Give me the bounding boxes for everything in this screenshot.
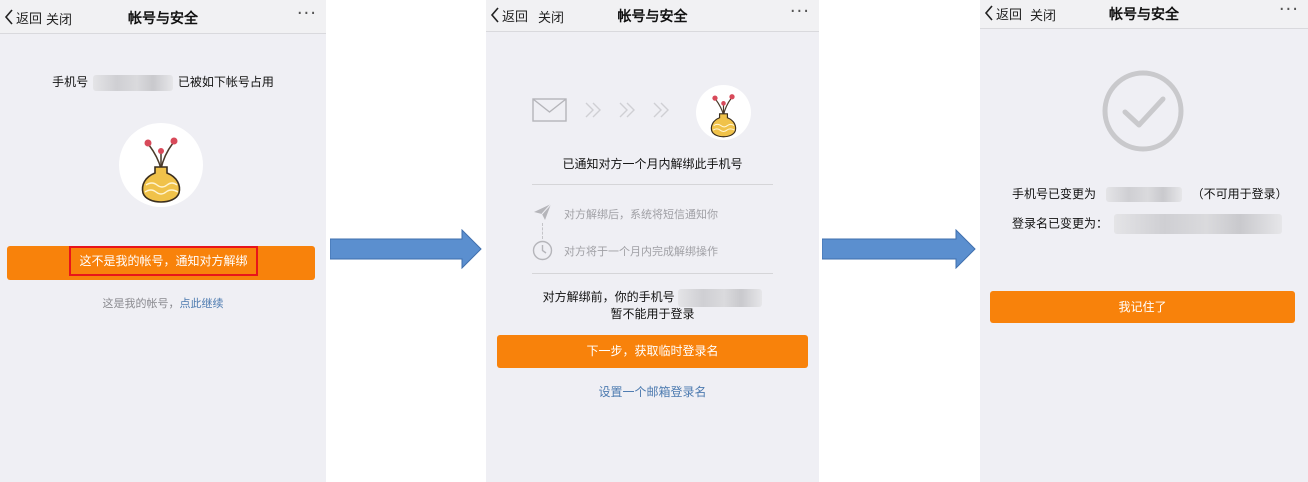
phone-changed-note: （不可用于登录） bbox=[1191, 187, 1288, 201]
avatar bbox=[119, 123, 203, 207]
screen-occupied-account: 返回 关闭 帐号与安全 ··· 手机号 已被如下帐号占用 这不是我的帐号，通知对… bbox=[0, 0, 326, 482]
phone-changed-label: 手机号已变更为 bbox=[1012, 187, 1097, 201]
remembered-label: 我记住了 bbox=[1118, 300, 1167, 314]
phone-changed-row: 手机号已变更为 （不可用于登录） bbox=[1012, 185, 1288, 202]
blurred-phone-number bbox=[93, 74, 173, 91]
close-button[interactable]: 关闭 bbox=[538, 7, 564, 26]
continue-link[interactable]: 点此继续 bbox=[180, 297, 224, 310]
right-arrow-icon bbox=[330, 229, 482, 269]
highlight-box: 这不是我的帐号，通知对方解绑 bbox=[69, 246, 258, 276]
right-arrow-icon bbox=[822, 229, 976, 269]
chevron-left-icon bbox=[4, 9, 13, 25]
back-button[interactable]: 返回 bbox=[4, 7, 42, 27]
warning-text: 对方解绑前，你的手机号 bbox=[542, 290, 675, 304]
phone-prefix: 手机号 bbox=[52, 75, 89, 89]
close-button[interactable]: 关闭 bbox=[1030, 5, 1056, 24]
navigation-bar: 返回 关闭 帐号与安全 ··· bbox=[980, 0, 1308, 29]
step-sms-text: 对方解绑后，系统将短信通知你 bbox=[564, 208, 718, 221]
next-step-label: 下一步，获取临时登录名 bbox=[586, 344, 719, 358]
chevron-left-icon bbox=[984, 5, 993, 21]
navigation-bar: 返回 关闭 帐号与安全 ··· bbox=[486, 0, 819, 32]
avatar bbox=[696, 85, 751, 140]
notify-unbind-label: 这不是我的帐号，通知对方解绑 bbox=[79, 254, 248, 268]
phone-suffix: 已被如下帐号占用 bbox=[177, 75, 274, 89]
mine-prefix: 这是我的帐号， bbox=[102, 297, 180, 310]
email-login-link[interactable]: 设置一个邮箱登录名 bbox=[486, 383, 819, 400]
remembered-button[interactable]: 我记住了 bbox=[990, 291, 1295, 323]
back-label: 返回 bbox=[996, 7, 1023, 23]
phone-occupied-text: 手机号 已被如下帐号占用 bbox=[0, 73, 326, 91]
vase-avatar-icon bbox=[141, 137, 181, 203]
next-step-button[interactable]: 下一步，获取临时登录名 bbox=[497, 335, 808, 368]
navigation-bar: 返回 关闭 帐号与安全 ··· bbox=[0, 0, 326, 34]
blurred-phone-number bbox=[678, 288, 763, 307]
divider bbox=[532, 273, 773, 274]
screen-notified: 返回 关闭 帐号与安全 ··· 已通知对方一个月内解绑此手机号 对方解绑后，系统… bbox=[486, 0, 819, 482]
login-changed-row: 登录名已变更为： bbox=[1012, 214, 1282, 234]
back-button[interactable]: 返回 bbox=[984, 3, 1022, 23]
back-label: 返回 bbox=[16, 11, 43, 27]
check-circle-icon bbox=[1102, 70, 1184, 152]
notify-unbind-button[interactable]: 这不是我的帐号，通知对方解绑 bbox=[7, 246, 315, 280]
vase-avatar-icon bbox=[710, 94, 737, 138]
warning-line1: 对方解绑前，你的手机号 bbox=[486, 288, 819, 307]
page-title: 帐号与安全 bbox=[617, 9, 688, 25]
notified-text: 已通知对方一个月内解绑此手机号 bbox=[562, 157, 743, 171]
clock-icon bbox=[532, 240, 553, 261]
back-button[interactable]: 返回 bbox=[490, 5, 528, 25]
blurred-login-name bbox=[1113, 214, 1282, 234]
login-changed-label: 登录名已变更为： bbox=[1012, 216, 1109, 231]
screen-changed: 返回 关闭 帐号与安全 ··· 手机号已变更为 （不可用于登录） 登录名已变更为… bbox=[980, 0, 1308, 482]
back-label: 返回 bbox=[502, 9, 529, 25]
step-connector bbox=[542, 223, 543, 239]
mine-continue-row: 这是我的帐号，点此继续 bbox=[0, 295, 326, 311]
more-icon[interactable]: ··· bbox=[297, 3, 317, 24]
paper-plane-icon bbox=[534, 203, 552, 220]
chevron-left-icon bbox=[490, 7, 499, 23]
more-icon[interactable]: ··· bbox=[1279, 0, 1299, 20]
blurred-phone-number bbox=[1105, 187, 1182, 202]
divider bbox=[532, 184, 773, 185]
close-button[interactable]: 关闭 bbox=[46, 9, 72, 28]
more-icon[interactable]: ··· bbox=[790, 1, 810, 22]
step-month-text: 对方将于一个月内完成解绑操作 bbox=[564, 245, 718, 258]
double-chevron-icon bbox=[585, 102, 669, 118]
envelope-icon bbox=[532, 98, 567, 122]
warning-line2: 暂不能用于登录 bbox=[610, 307, 695, 321]
